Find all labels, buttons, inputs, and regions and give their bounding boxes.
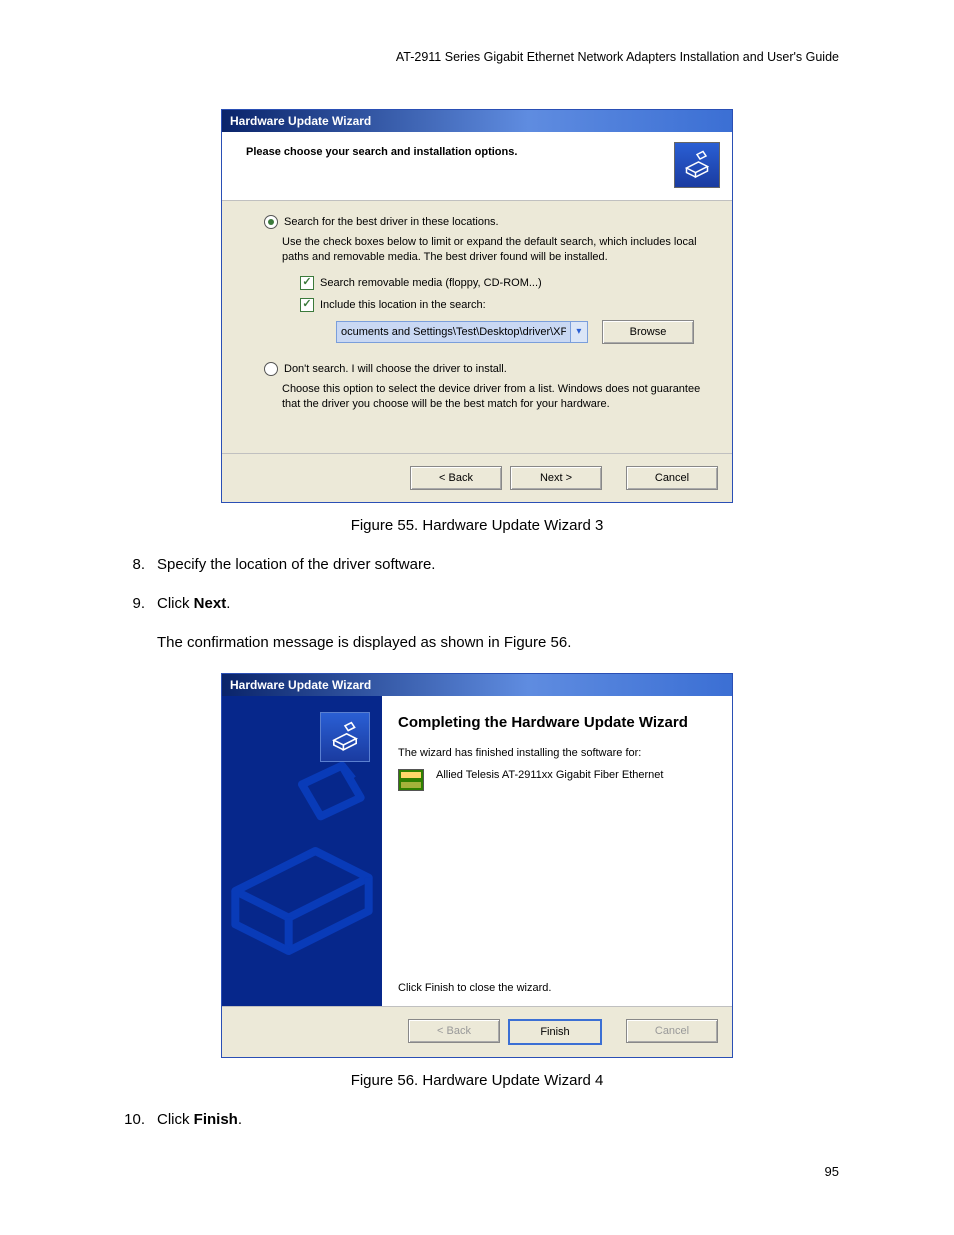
network-card-icon [398, 769, 424, 791]
step-text: Specify the location of the driver softw… [157, 556, 435, 573]
step-9: 9. Click Next. [115, 595, 839, 612]
browse-button[interactable]: Browse [602, 320, 694, 344]
device-name: Allied Telesis AT-2911xx Gigabit Fiber E… [436, 769, 663, 781]
dialog-heading: Completing the Hardware Update Wizard [398, 714, 716, 731]
figure-caption: Figure 56. Hardware Update Wizard 4 [115, 1072, 839, 1089]
cancel-button[interactable]: Cancel [626, 466, 718, 490]
option-description: Use the check boxes below to limit or ex… [282, 235, 712, 266]
step-10: 10. Click Finish. [115, 1111, 839, 1128]
back-button[interactable]: < Back [410, 466, 502, 490]
step-paragraph: The confirmation message is displayed as… [157, 634, 839, 651]
dialog-titlebar: Hardware Update Wizard [222, 674, 732, 696]
location-path-combobox[interactable]: ▾ [336, 321, 588, 343]
radio-icon [264, 215, 278, 229]
dialog-content: Completing the Hardware Update Wizard Th… [382, 696, 732, 1006]
chevron-down-icon[interactable]: ▾ [570, 322, 587, 342]
location-path-input[interactable] [337, 322, 570, 342]
dialog-titlebar: Hardware Update Wizard [222, 110, 732, 132]
checkbox-icon [300, 298, 314, 312]
page-header: AT-2911 Series Gigabit Ethernet Network … [115, 50, 839, 64]
hardware-icon [320, 712, 370, 762]
dialog-footer: < Back Finish Cancel [222, 1006, 732, 1057]
dialog-footnote: Click Finish to close the wizard. [398, 970, 716, 994]
step-number: 10. [115, 1111, 145, 1128]
option-description: Choose this option to select the device … [282, 382, 712, 413]
step-number: 9. [115, 595, 145, 612]
step-text: Click Next. [157, 595, 230, 612]
checkbox-include-location[interactable]: Include this location in the search: [300, 298, 712, 312]
dialog-footer: < Back Next > Cancel [222, 453, 732, 502]
finish-button[interactable]: Finish [508, 1019, 602, 1045]
next-button[interactable]: Next > [510, 466, 602, 490]
dialog-instruction: Please choose your search and installati… [234, 142, 517, 158]
figure-caption: Figure 55. Hardware Update Wizard 3 [115, 517, 839, 534]
checkbox-label: Include this location in the search: [320, 299, 486, 311]
radio-dont-search[interactable]: Don't search. I will choose the driver t… [264, 362, 712, 376]
checkbox-label: Search removable media (floppy, CD-ROM..… [320, 277, 542, 289]
dialog-header-area: Please choose your search and installati… [222, 132, 732, 201]
back-button: < Back [408, 1019, 500, 1043]
step-number: 8. [115, 556, 145, 573]
radio-label: Search for the best driver in these loca… [284, 216, 499, 228]
checkbox-search-removable-media[interactable]: Search removable media (floppy, CD-ROM..… [300, 276, 712, 290]
checkbox-icon [300, 276, 314, 290]
device-entry: Allied Telesis AT-2911xx Gigabit Fiber E… [398, 769, 716, 791]
hardware-update-wizard-dialog-1: Hardware Update Wizard Please choose you… [221, 109, 733, 503]
cancel-button: Cancel [626, 1019, 718, 1043]
step-text: Click Finish. [157, 1111, 242, 1128]
dialog-body: Search for the best driver in these loca… [222, 201, 732, 453]
hardware-update-wizard-dialog-2: Hardware Update Wizard Completing the Ha… [221, 673, 733, 1058]
step-8: 8. Specify the location of the driver so… [115, 556, 839, 573]
radio-icon [264, 362, 278, 376]
hardware-icon [674, 142, 720, 188]
radio-label: Don't search. I will choose the driver t… [284, 363, 507, 375]
page-number: 95 [115, 1164, 839, 1179]
dialog-sidebar-graphic [222, 696, 382, 1006]
dialog-text: The wizard has finished installing the s… [398, 747, 716, 759]
radio-search-best-driver[interactable]: Search for the best driver in these loca… [264, 215, 712, 229]
